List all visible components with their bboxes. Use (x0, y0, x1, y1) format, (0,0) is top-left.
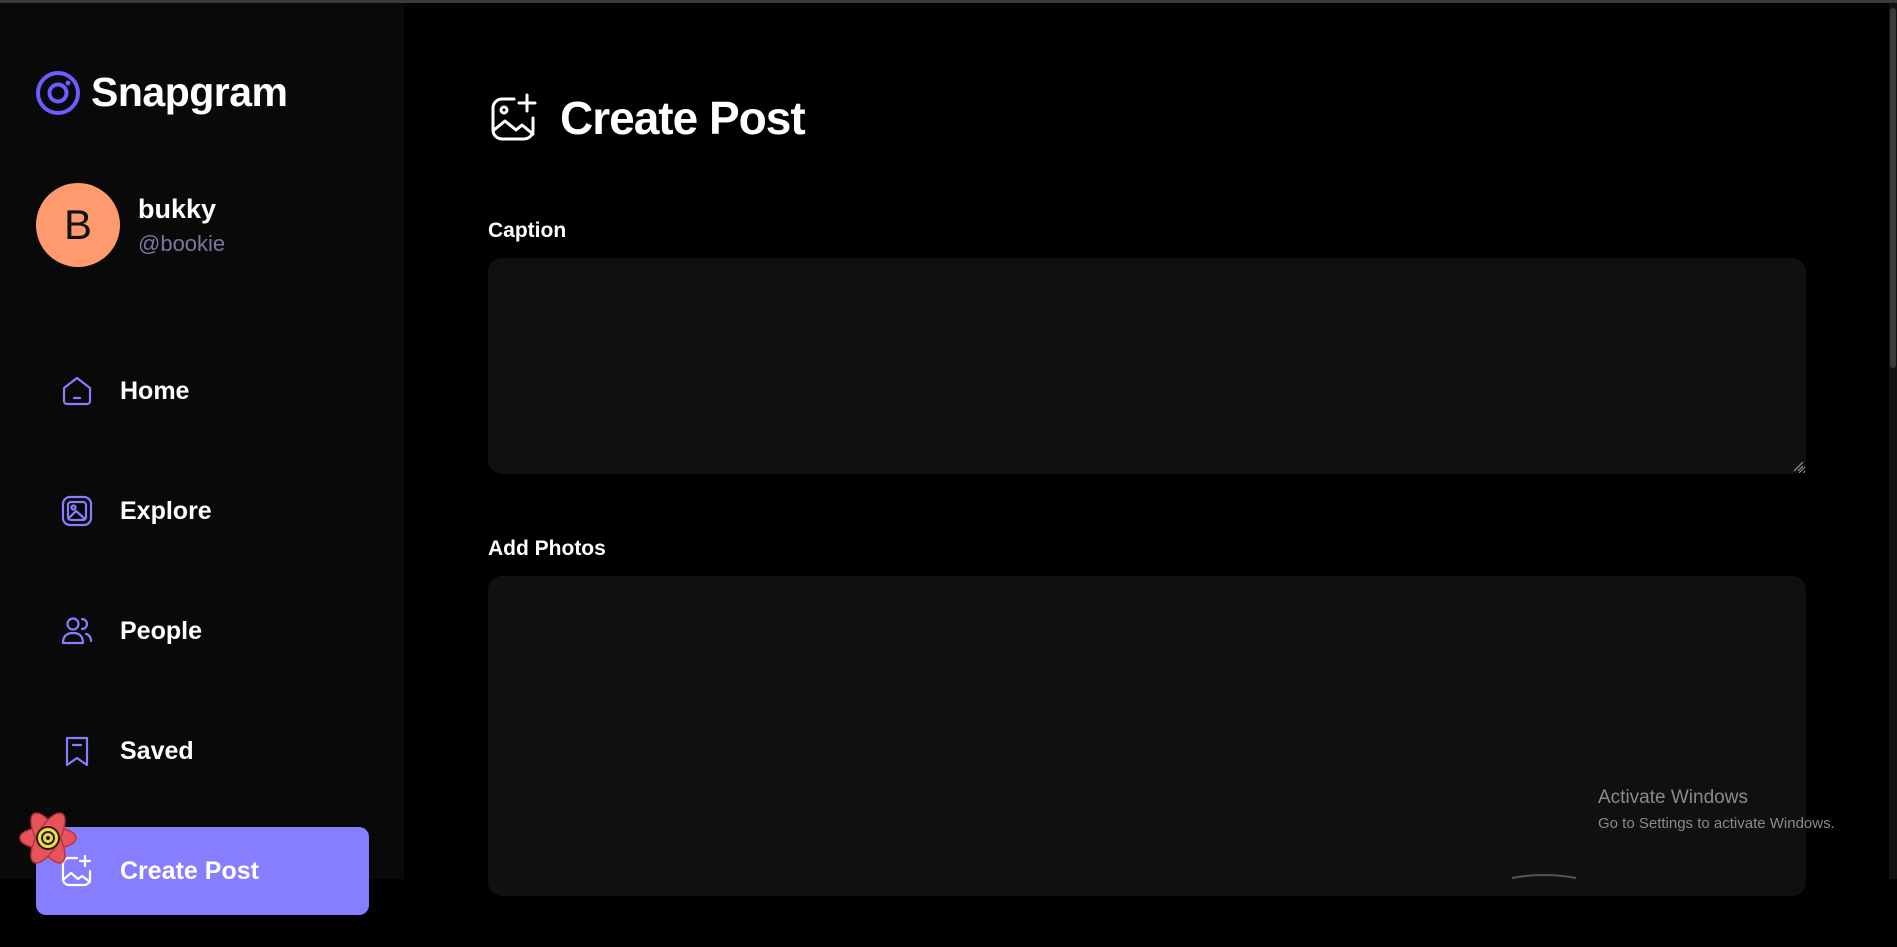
main-content: Create Post Caption Add Photos (404, 3, 1897, 896)
upload-icon (1511, 874, 1577, 879)
people-icon (60, 614, 94, 648)
app-name: Snapgram (91, 69, 288, 115)
sidebar-item-label: Saved (120, 736, 194, 765)
sidebar: Snapgram B bukky @bookie Home Explore Pe… (0, 3, 404, 915)
scrollbar-thumb[interactable] (1890, 8, 1896, 368)
app-logo[interactable]: Snapgram (35, 69, 288, 116)
watermark-subtitle: Go to Settings to activate Windows. (1598, 815, 1835, 832)
page-title: Create Post (560, 92, 806, 144)
home-icon (60, 374, 94, 408)
caption-label: Caption (488, 219, 567, 242)
bookmark-icon (60, 734, 94, 768)
sidebar-item-label: Home (120, 376, 190, 405)
gallery-add-icon (491, 93, 537, 141)
add-photos-label: Add Photos (488, 537, 606, 560)
sidebar-item-label: Explore (120, 496, 212, 525)
avatar[interactable]: B (36, 183, 120, 267)
sidebar-item-label: People (120, 616, 202, 645)
user-profile[interactable]: B bukky @bookie (36, 183, 225, 267)
user-name: bukky (138, 193, 217, 224)
sidebar-item-label: Create Post (120, 856, 259, 885)
sidebar-nav: Home Explore People Saved Create Post (36, 347, 369, 947)
watermark-title: Activate Windows (1598, 787, 1748, 808)
sidebar-item-saved[interactable]: Saved (36, 707, 369, 795)
sidebar-item-create-post[interactable]: Create Post (36, 827, 369, 915)
explore-icon (60, 494, 94, 528)
sidebar-item-explore[interactable]: Explore (36, 467, 369, 555)
sidebar-item-people[interactable]: People (36, 587, 369, 675)
page-header: Create Post (488, 91, 806, 145)
caption-field[interactable] (488, 258, 1806, 474)
react-devtools-icon[interactable] (16, 806, 80, 870)
sidebar-item-home[interactable]: Home (36, 347, 369, 435)
resize-handle-icon[interactable] (1792, 460, 1804, 472)
photo-upload-dropzone[interactable] (488, 576, 1806, 896)
user-handle: @bookie (138, 230, 226, 256)
windows-activation-watermark: Activate Windows Go to Settings to activ… (1598, 787, 1835, 832)
snapgram-logo-icon (36, 70, 80, 115)
